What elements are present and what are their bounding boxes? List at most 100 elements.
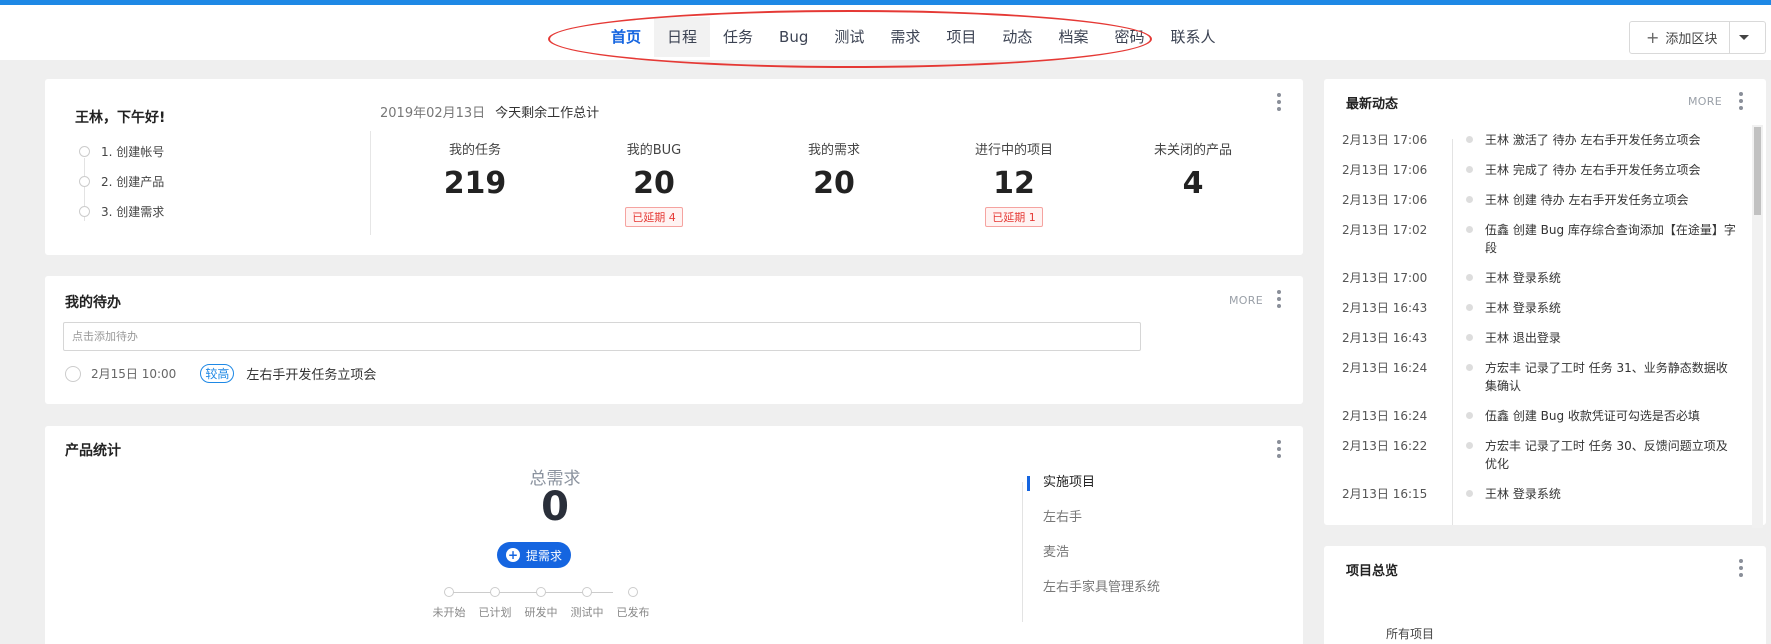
- nav-item[interactable]: 档案: [1045, 17, 1101, 57]
- timeline-dot-icon: [1466, 226, 1473, 233]
- activity-item: 2月13日 17:00 王林 登录系统: [1342, 269, 1742, 287]
- activity-text[interactable]: 王林 登录系统: [1467, 269, 1737, 287]
- product-item[interactable]: 麦浩: [1027, 546, 1160, 581]
- nav-item[interactable]: 动态: [989, 17, 1045, 57]
- scrollbar-thumb[interactable]: [1754, 127, 1761, 215]
- activity-item: 2月13日 17:06 王林 完成了 待办 左右手开发任务立项会: [1342, 161, 1742, 179]
- timeline-dot-icon: [1466, 334, 1473, 341]
- overdue-badge: 已延期 1: [985, 207, 1043, 227]
- step-item[interactable]: 3. 创建需求: [79, 205, 164, 235]
- nav-item[interactable]: 任务: [710, 17, 766, 57]
- plus-icon: +: [1646, 28, 1660, 47]
- step-item[interactable]: 1. 创建帐号: [79, 145, 164, 175]
- timeline-dot-icon: [1466, 136, 1473, 143]
- activity-text[interactable]: 王林 创建 待办 左右手开发任务立项会: [1467, 191, 1737, 209]
- project-overview-card: 项目总览 所有项目: [1324, 546, 1766, 644]
- activity-time: 2月13日 17:06: [1342, 133, 1428, 147]
- flow-node: [536, 587, 546, 597]
- nav-item[interactable]: Bug: [766, 17, 821, 57]
- flow-node: [582, 587, 592, 597]
- divider: [1022, 482, 1023, 622]
- all-projects-label[interactable]: 所有项目: [1386, 625, 1434, 642]
- activity-text[interactable]: 方宏丰 记录了工时 任务 31、业务静态数据收集确认: [1467, 359, 1737, 395]
- activity-card: 最新动态 MORE 2月13日 17:06 王林 激活了 待办 左右手开发任务立项…: [1324, 79, 1766, 525]
- stat-my-tasks[interactable]: 我的任务 219: [385, 139, 565, 201]
- add-block-label: 添加区块: [1665, 32, 1718, 47]
- flow-label: 已发布: [616, 606, 650, 619]
- summary-title: 今天剩余工作总计: [495, 106, 600, 121]
- activity-item: 2月13日 16:24 方宏丰 记录了工时 任务 31、业务静态数据收集确认: [1342, 359, 1742, 395]
- todo-card: 我的待办 MORE 点击添加待办 2月15日 10:00 较高 左右手开发任务立…: [45, 276, 1303, 404]
- todo-checkbox[interactable]: [65, 365, 81, 382]
- stat-my-bugs[interactable]: 我的BUG 20 已延期 4: [564, 139, 744, 227]
- activity-time: 2月13日 17:06: [1342, 193, 1428, 207]
- todo-add-input[interactable]: 点击添加待办: [63, 322, 1141, 351]
- activity-scrollbar[interactable]: [1752, 125, 1763, 528]
- product-item[interactable]: 左右手: [1027, 511, 1160, 546]
- overdue-badge: 已延期 4: [625, 207, 683, 227]
- timeline-dot-icon: [1466, 274, 1473, 281]
- main-nav: 首页 日程 任务 Bug 测试 需求 项目 动态 档案 密码 联系人: [598, 17, 1228, 57]
- stat-active-projects[interactable]: 进行中的项目 12 已延期 1: [924, 139, 1104, 227]
- stat-open-products[interactable]: 未关闭的产品 4: [1103, 139, 1283, 201]
- priority-badge: 较高: [200, 364, 235, 383]
- project-overview-title: 项目总览: [1346, 564, 1399, 579]
- activity-text[interactable]: 王林 完成了 待办 左右手开发任务立项会: [1467, 161, 1737, 179]
- product-item[interactable]: 左右手家具管理系统: [1027, 581, 1160, 616]
- timeline-dot-icon: [1466, 196, 1473, 203]
- activity-text[interactable]: 王林 激活了 待办 左右手开发任务立项会: [1467, 131, 1737, 149]
- activity-time: 2月13日 16:22: [1342, 439, 1428, 453]
- nav-item[interactable]: 项目: [933, 17, 989, 57]
- nav-item[interactable]: 测试: [821, 17, 877, 57]
- nav-item[interactable]: 密码: [1101, 17, 1157, 57]
- activity-text[interactable]: 伍鑫 创建 Bug 库存综合查询添加【在途量】字段: [1467, 221, 1737, 257]
- activity-text[interactable]: 伍鑫 创建 Bug 收款凭证可勾选是否必填: [1467, 407, 1737, 425]
- timeline-dot-icon: [1466, 490, 1473, 497]
- activity-time: 2月13日 16:24: [1342, 361, 1428, 375]
- more-options-icon[interactable]: [1739, 559, 1743, 577]
- activity-item: 2月13日 17:02 伍鑫 创建 Bug 库存综合查询添加【在途量】字段: [1342, 221, 1742, 257]
- activity-text[interactable]: 方宏丰 记录了工时 任务 30、反馈问题立项及优化: [1467, 437, 1737, 473]
- more-options-icon[interactable]: [1277, 93, 1281, 111]
- add-block-button[interactable]: + 添加区块: [1629, 21, 1766, 54]
- nav-item[interactable]: 联系人: [1157, 17, 1228, 57]
- activity-item: 2月13日 16:22 方宏丰 记录了工时 任务 30、反馈问题立项及优化: [1342, 437, 1742, 473]
- activity-time: 2月13日 16:15: [1342, 487, 1428, 501]
- add-block-dropdown[interactable]: [1730, 22, 1758, 53]
- flow-node: [628, 587, 638, 597]
- flow-node: [490, 587, 500, 597]
- stat-my-requirements[interactable]: 我的需求 20: [744, 139, 924, 201]
- nav-item[interactable]: 首页: [598, 17, 654, 57]
- more-options-icon[interactable]: [1277, 290, 1281, 308]
- activity-text[interactable]: 王林 登录系统: [1467, 485, 1737, 503]
- timeline-dot-icon: [1466, 412, 1473, 419]
- activity-time: 2月13日 16:43: [1342, 301, 1428, 315]
- add-block-main[interactable]: + 添加区块: [1630, 22, 1731, 53]
- todo-date: 2月15日 10:00: [91, 367, 177, 381]
- todo-item[interactable]: 2月15日 10:00 较高 左右手开发任务立项会: [65, 364, 376, 383]
- more-options-icon[interactable]: [1277, 440, 1281, 458]
- activity-time: 2月13日 17:00: [1342, 271, 1428, 285]
- activity-item: 2月13日 17:06 王林 激活了 待办 左右手开发任务立项会: [1342, 131, 1742, 149]
- todo-more-link[interactable]: MORE: [1229, 294, 1263, 307]
- more-options-icon[interactable]: [1739, 92, 1743, 110]
- welcome-card: 王林，下午好! 1. 创建帐号 2. 创建产品 3. 创建需求 2019年02月…: [45, 79, 1303, 255]
- activity-text[interactable]: 王林 登录系统: [1467, 299, 1737, 317]
- onboarding-steps: 1. 创建帐号 2. 创建产品 3. 创建需求: [79, 145, 164, 235]
- activity-more-link[interactable]: MORE: [1688, 95, 1722, 108]
- timeline-dot-icon: [1466, 304, 1473, 311]
- activity-text[interactable]: 王林 退出登录: [1467, 329, 1737, 347]
- todo-text[interactable]: 左右手开发任务立项会: [246, 364, 376, 383]
- product-item[interactable]: 实施项目: [1027, 476, 1160, 511]
- activity-time: 2月13日 17:06: [1342, 163, 1428, 177]
- timeline-dot-icon: [1466, 364, 1473, 371]
- step-item[interactable]: 2. 创建产品: [79, 175, 164, 205]
- activity-list: 2月13日 17:06 王林 激活了 待办 左右手开发任务立项会 2月13日 17:…: [1342, 131, 1742, 515]
- top-navbar: 首页 日程 任务 Bug 测试 需求 项目 动态 档案 密码 联系人 + 添加区块: [0, 5, 1771, 60]
- activity-item: 2月13日 17:06 王林 创建 待办 左右手开发任务立项会: [1342, 191, 1742, 209]
- nav-item[interactable]: 需求: [877, 17, 933, 57]
- nav-item[interactable]: 日程: [654, 17, 711, 57]
- new-requirement-button[interactable]: + 提需求: [497, 542, 571, 568]
- greeting: 王林，下午好!: [75, 110, 166, 126]
- total-requirements-value: 0: [541, 484, 569, 530]
